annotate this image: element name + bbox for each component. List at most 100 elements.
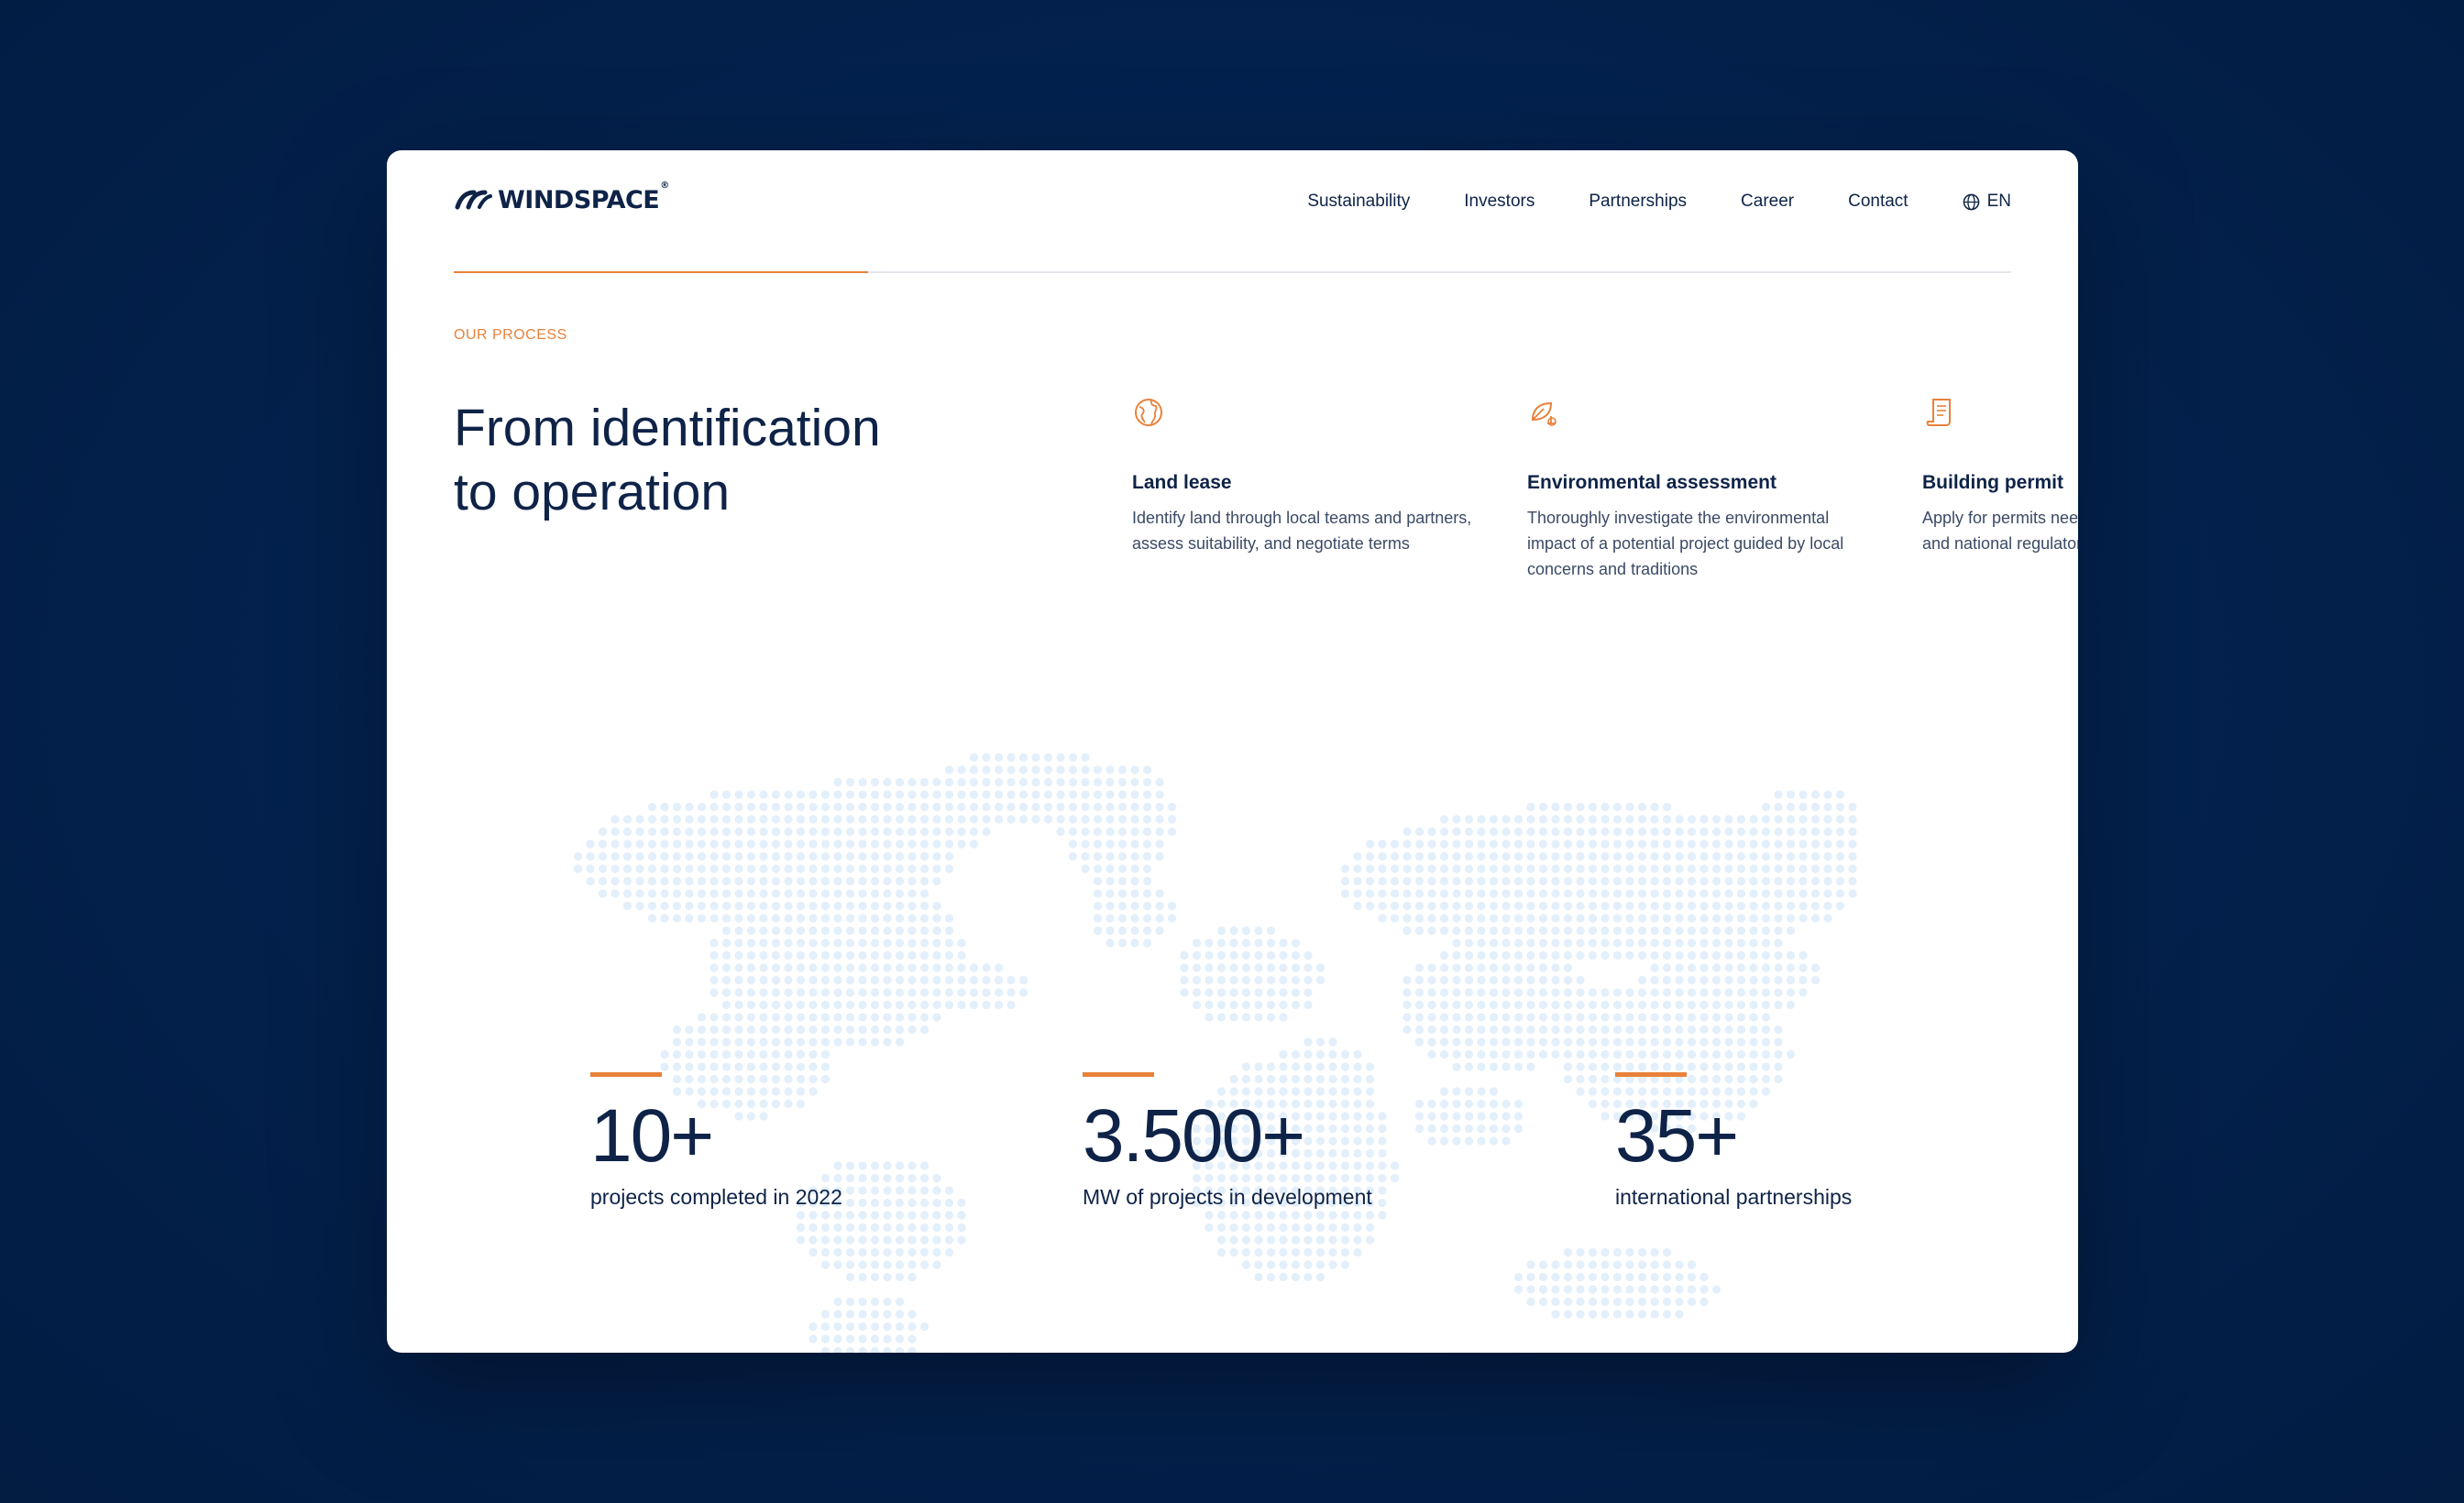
map-dot: [796, 950, 806, 960]
map-dot: [919, 1247, 930, 1257]
map-dot: [1786, 864, 1796, 873]
map-dot: [1600, 1260, 1610, 1269]
map-dot: [1216, 938, 1226, 948]
map-dot: [1650, 1285, 1659, 1294]
map-dot: [1378, 889, 1387, 898]
map-dot: [1477, 815, 1486, 824]
nav-partnerships[interactable]: Partnerships: [1589, 192, 1687, 212]
map-dot: [919, 950, 930, 960]
map-dot: [1637, 1285, 1647, 1294]
map-dot: [1576, 1049, 1585, 1059]
map-dot: [1229, 975, 1238, 985]
map-dot: [697, 839, 707, 849]
map-dot: [1711, 988, 1722, 997]
nav-sustainability[interactable]: Sustainability: [1307, 192, 1410, 212]
map-dot: [1106, 802, 1115, 812]
map-dot: [944, 1186, 954, 1195]
map-dot: [1563, 1310, 1573, 1319]
map-dot: [1353, 876, 1362, 886]
nav-investors[interactable]: Investors: [1464, 192, 1534, 212]
map-dot: [1724, 839, 1733, 849]
map-dot: [660, 864, 669, 873]
map-dot: [1452, 1124, 1461, 1134]
map-dot: [1563, 938, 1573, 948]
map-dot: [1155, 790, 1164, 799]
map-dot: [1229, 926, 1238, 936]
map-dot: [1043, 777, 1053, 787]
map-dot: [734, 1062, 743, 1071]
map-dot: [1464, 988, 1474, 997]
map-dot: [1662, 1310, 1672, 1319]
windspace-logo[interactable]: WINDSPACE®: [454, 181, 669, 218]
map-dot: [870, 1272, 880, 1282]
map-dot: [721, 827, 732, 837]
map-dot: [1749, 963, 1758, 972]
nav-career[interactable]: Career: [1741, 192, 1794, 212]
map-dot: [1625, 1049, 1634, 1059]
map-dot: [1625, 1297, 1634, 1307]
map-dot: [1142, 864, 1152, 873]
map-dot: [1724, 926, 1733, 936]
map-dot: [908, 1310, 917, 1319]
map-dot: [784, 889, 793, 898]
map-dot: [944, 851, 954, 861]
map-dot: [746, 901, 756, 911]
map-dot: [759, 1037, 768, 1047]
map-dot: [1576, 1013, 1585, 1022]
map-dot: [1216, 975, 1226, 985]
map-dot: [1774, 950, 1783, 960]
map-dot: [1662, 963, 1672, 972]
stat-international-partnerships: 35+ international partnerships: [1615, 1072, 1852, 1210]
map-dot: [1637, 914, 1647, 923]
map-dot: [1588, 1272, 1598, 1282]
language-label: EN: [1986, 192, 2011, 211]
section-headline: From identification to operation: [454, 399, 881, 521]
map-dot: [808, 839, 818, 849]
map-dot: [1081, 839, 1090, 849]
map-dot: [1612, 1247, 1622, 1257]
map-dot: [1117, 815, 1128, 824]
map-dot: [1390, 1173, 1400, 1183]
map-dot: [982, 1000, 991, 1010]
map-dot: [1761, 1037, 1771, 1047]
map-dot: [1328, 1260, 1337, 1269]
map-dot: [808, 851, 818, 861]
map-dot: [883, 914, 892, 923]
map-dot: [1588, 914, 1598, 923]
step-environmental-assessment[interactable]: Environmental assessment Thoroughly inve…: [1527, 396, 1876, 582]
map-dot: [969, 827, 979, 837]
map-dot: [771, 963, 781, 972]
map-dot: [1254, 1272, 1263, 1282]
map-dot: [808, 790, 818, 799]
map-dot: [1489, 901, 1499, 911]
map-dot: [919, 1198, 930, 1208]
map-dot: [1700, 950, 1709, 960]
map-dot: [1774, 889, 1783, 898]
map-dot: [1576, 1310, 1585, 1319]
step-building-permit[interactable]: Building permit Apply for permits needed…: [1922, 396, 2078, 556]
map-dot: [944, 1198, 954, 1208]
language-selector[interactable]: EN: [1963, 192, 2011, 212]
map-dot: [1452, 975, 1461, 985]
map-dot: [1786, 1000, 1796, 1010]
map-dot: [1291, 988, 1301, 997]
map-dot: [1662, 1013, 1672, 1022]
map-dot: [1563, 889, 1573, 898]
map-dot: [1106, 876, 1115, 886]
step-land-lease[interactable]: Land lease Identify land through local t…: [1132, 396, 1480, 556]
map-dot: [1192, 950, 1202, 960]
map-dot: [1576, 914, 1585, 923]
map-dot: [1588, 839, 1598, 849]
map-dot: [721, 815, 732, 824]
map-dot: [796, 1223, 806, 1233]
map-dot: [1576, 950, 1585, 960]
map-dot: [1687, 815, 1697, 824]
map-dot: [1489, 926, 1499, 936]
map-dot: [1810, 876, 1820, 886]
map-dot: [870, 914, 880, 923]
map-dot: [1216, 950, 1226, 960]
map-dot: [1538, 938, 1548, 948]
map-dot: [672, 889, 682, 898]
nav-contact[interactable]: Contact: [1848, 192, 1908, 212]
map-dot: [1600, 1062, 1610, 1071]
